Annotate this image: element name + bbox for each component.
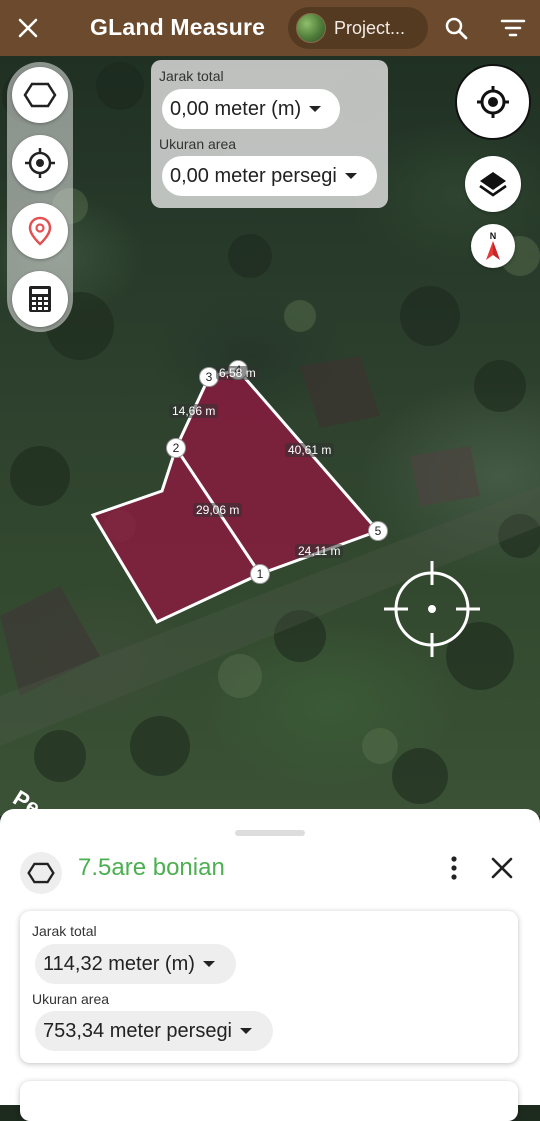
vertex-marker[interactable]: 2 <box>166 438 186 458</box>
area-caption: Ukuran area <box>159 136 237 152</box>
segment-length-label: 40,61 m <box>285 443 335 457</box>
secondary-card <box>20 1081 518 1121</box>
my-location-button[interactable] <box>455 64 531 140</box>
project-label: Project... <box>334 17 406 38</box>
segment-length-label: 6,58 m <box>216 366 259 380</box>
distance-caption: Jarak total <box>32 923 97 939</box>
chevron-down-icon <box>309 106 322 112</box>
vertex-marker[interactable]: 1 <box>250 564 270 584</box>
measurement-card: Jarak total 114,32 meter (m) Ukuran area… <box>20 911 518 1063</box>
drawing-tool-column <box>7 62 73 332</box>
segment-length-label: 14,66 m <box>169 404 219 418</box>
distance-unit-dropdown[interactable]: 114,32 meter (m) <box>35 944 236 984</box>
map-layers-button[interactable] <box>465 156 521 212</box>
sheet-drag-handle[interactable] <box>235 830 305 836</box>
add-pin-button[interactable] <box>12 203 68 259</box>
project-selector[interactable]: Project... <box>288 7 428 49</box>
distance-caption: Jarak total <box>159 68 224 84</box>
vertex-marker[interactable]: 5 <box>368 521 388 541</box>
map-pin-icon <box>28 216 52 246</box>
distance-unit-dropdown[interactable]: 0,00 meter (m) <box>162 89 340 129</box>
app-title: GLand Measure <box>90 14 266 40</box>
filter-icon[interactable] <box>500 16 526 40</box>
plot-name: 7.5are bonian <box>78 854 225 881</box>
calculator-button[interactable] <box>12 271 68 327</box>
compass-letter: N <box>490 231 497 241</box>
area-value: 753,34 meter persegi <box>43 1019 233 1042</box>
app-bar: GLand Measure Project... <box>0 0 540 56</box>
locate-point-button[interactable] <box>12 135 68 191</box>
more-options-icon[interactable] <box>444 855 464 881</box>
compass-north-icon: N <box>486 231 500 260</box>
compass-button[interactable]: N <box>471 224 515 268</box>
search-icon[interactable] <box>444 16 468 40</box>
live-measurement-panel: Jarak total 0,00 meter (m) Ukuran area 0… <box>151 60 388 208</box>
calculator-icon <box>29 286 51 312</box>
close-sheet-icon[interactable] <box>489 855 515 881</box>
land-plot-area <box>90 368 381 624</box>
area-caption: Ukuran area <box>32 991 110 1007</box>
polygon-icon <box>27 862 55 884</box>
gps-icon <box>477 86 509 118</box>
close-icon[interactable] <box>14 14 42 42</box>
distance-value: 114,32 meter (m) <box>43 952 195 975</box>
plot-type-badge <box>20 852 62 894</box>
area-value: 0,00 meter persegi <box>170 164 337 187</box>
polygon-tool-button[interactable] <box>12 67 68 123</box>
distance-value: 0,00 meter (m) <box>170 97 302 120</box>
plot-details-sheet: 7.5are bonian Jarak total 114,32 meter (… <box>0 809 540 1121</box>
chevron-down-icon <box>202 961 215 967</box>
segment-length-label: 24,11 m <box>295 544 344 558</box>
area-unit-dropdown[interactable]: 0,00 meter persegi <box>162 156 377 196</box>
chevron-down-icon <box>344 173 357 179</box>
layers-icon <box>479 172 507 197</box>
segment-length-label: 29,06 m <box>193 503 243 517</box>
polygon-icon <box>23 82 57 108</box>
project-thumbnail <box>296 13 326 43</box>
center-crosshair <box>384 561 480 657</box>
chevron-down-icon <box>240 1028 253 1034</box>
crosshair-icon <box>25 148 55 178</box>
area-unit-dropdown[interactable]: 753,34 meter persegi <box>35 1011 273 1051</box>
